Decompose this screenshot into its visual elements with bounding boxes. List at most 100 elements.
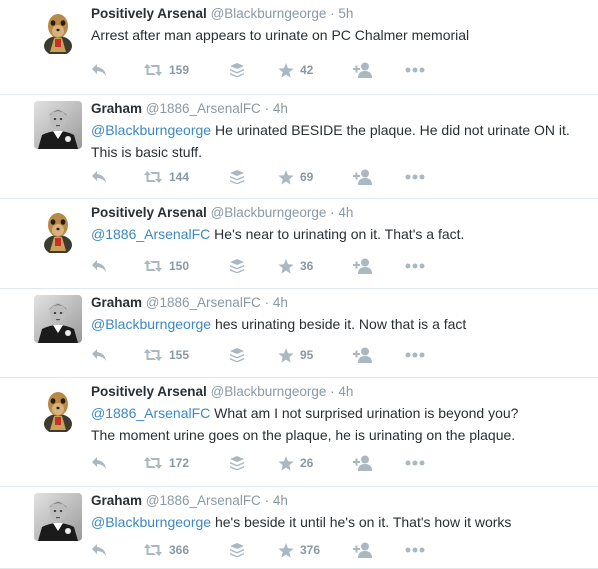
like-count: 95 <box>300 348 314 362</box>
user-name[interactable]: Graham <box>91 493 142 508</box>
tweet[interactable]: Positively Arsenal @Blackburngeorge · 4h… <box>0 378 598 487</box>
avatar[interactable] <box>34 6 82 54</box>
save-button[interactable] <box>230 345 244 365</box>
more-button[interactable] <box>405 345 425 365</box>
save-button[interactable] <box>230 256 244 276</box>
more-button[interactable] <box>405 167 425 187</box>
user-handle[interactable]: @Blackburngeorge <box>211 6 327 21</box>
stack-icon <box>230 63 244 77</box>
follow-button[interactable] <box>353 256 373 276</box>
like-count: 26 <box>300 456 314 470</box>
more-button[interactable] <box>405 540 425 560</box>
retweet-count: 144 <box>169 170 190 184</box>
tweet[interactable]: Positively Arsenal @Blackburngeorge · 4h… <box>0 199 598 289</box>
more-button[interactable] <box>405 453 425 473</box>
tweet-actions: 366 376 <box>91 540 451 560</box>
reply-button[interactable] <box>91 345 107 365</box>
retweet-button[interactable]: 155 <box>143 345 189 365</box>
more-button[interactable] <box>405 60 425 80</box>
follow-button[interactable] <box>353 345 373 365</box>
follow-button[interactable] <box>353 60 373 80</box>
like-button[interactable]: 69 <box>278 167 313 187</box>
tweet[interactable]: Graham @1886_ArsenalFC · 4h @Blackburnge… <box>0 487 598 569</box>
user-handle[interactable]: @1886_ArsenalFC <box>146 295 261 310</box>
star-icon <box>278 455 294 471</box>
more-icon <box>405 460 425 466</box>
like-button[interactable]: 36 <box>278 256 313 276</box>
save-button[interactable] <box>230 60 244 80</box>
tweet-text-line2: The moment urine goes on the plaque, he … <box>91 427 516 443</box>
star-icon <box>278 169 294 185</box>
user-name[interactable]: Graham <box>91 101 142 116</box>
timestamp[interactable]: 4h <box>273 493 288 508</box>
retweet-count: 159 <box>169 63 190 77</box>
user-name[interactable]: Positively Arsenal <box>91 6 207 21</box>
tweet[interactable]: Positively Arsenal @Blackburngeorge · 5h… <box>0 0 598 95</box>
avatar[interactable] <box>34 101 82 149</box>
separator: · <box>264 295 270 310</box>
stack-icon <box>230 456 244 470</box>
user-name[interactable]: Positively Arsenal <box>91 384 207 399</box>
mention-link[interactable]: @Blackburngeorge <box>91 122 211 138</box>
timestamp[interactable]: 4h <box>273 295 288 310</box>
separator: · <box>330 384 335 399</box>
follow-button[interactable] <box>353 453 373 473</box>
tweet[interactable]: Graham @1886_ArsenalFC · 4h @Blackburnge… <box>0 289 598 378</box>
reply-button[interactable] <box>91 167 107 187</box>
mention-link[interactable]: @1886_ArsenalFC <box>91 226 210 242</box>
tweet-content: Graham @1886_ArsenalFC · 4h @Blackburnge… <box>91 492 590 532</box>
timestamp[interactable]: 4h <box>273 101 288 116</box>
timestamp[interactable]: 5h <box>338 6 353 21</box>
separator: · <box>264 101 270 116</box>
follow-button[interactable] <box>353 167 373 187</box>
retweet-button[interactable]: 150 <box>143 256 189 276</box>
like-button[interactable]: 376 <box>278 540 320 560</box>
like-button[interactable]: 95 <box>278 345 313 365</box>
avatar[interactable] <box>34 205 82 253</box>
tweet-header: Positively Arsenal @Blackburngeorge · 5h <box>91 5 590 23</box>
timestamp[interactable]: 4h <box>338 384 353 399</box>
follow-button[interactable] <box>353 540 373 560</box>
tweet-body: He urinated BESIDE the plaque. He did no… <box>211 122 570 138</box>
retweet-icon <box>143 170 163 184</box>
more-button[interactable] <box>405 256 425 276</box>
reply-button[interactable] <box>91 540 107 560</box>
user-handle[interactable]: @1886_ArsenalFC <box>146 493 261 508</box>
like-button[interactable]: 42 <box>278 60 313 80</box>
retweet-icon <box>143 348 163 362</box>
like-count: 376 <box>300 543 321 557</box>
tweet[interactable]: Graham @1886_ArsenalFC · 4h @Blackburnge… <box>0 95 598 199</box>
reply-button[interactable] <box>91 256 107 276</box>
retweet-button[interactable]: 172 <box>143 453 189 473</box>
more-icon <box>405 263 425 269</box>
reply-icon <box>91 259 107 273</box>
reply-button[interactable] <box>91 60 107 80</box>
avatar[interactable] <box>34 295 82 343</box>
tweet-body: He's near to urinating on it. That's a f… <box>210 226 465 242</box>
reply-icon <box>91 63 107 77</box>
tweet-content: Positively Arsenal @Blackburngeorge · 4h… <box>91 204 590 244</box>
user-name[interactable]: Graham <box>91 295 142 310</box>
save-button[interactable] <box>230 453 244 473</box>
mention-link[interactable]: @Blackburngeorge <box>91 316 211 332</box>
avatar[interactable] <box>34 493 82 541</box>
user-handle[interactable]: @1886_ArsenalFC <box>146 101 261 116</box>
tweet-header: Positively Arsenal @Blackburngeorge · 4h <box>91 383 590 401</box>
reply-button[interactable] <box>91 453 107 473</box>
like-button[interactable]: 26 <box>278 453 313 473</box>
retweet-button[interactable]: 144 <box>143 167 189 187</box>
more-icon <box>405 547 425 553</box>
save-button[interactable] <box>230 540 244 560</box>
mention-link[interactable]: @1886_ArsenalFC <box>91 405 210 421</box>
user-name[interactable]: Positively Arsenal <box>91 205 207 220</box>
avatar[interactable] <box>34 384 82 432</box>
timestamp[interactable]: 4h <box>338 205 353 220</box>
user-handle[interactable]: @Blackburngeorge <box>211 384 327 399</box>
user-handle[interactable]: @Blackburngeorge <box>211 205 327 220</box>
mention-link[interactable]: @Blackburngeorge <box>91 514 211 530</box>
retweet-button[interactable]: 366 <box>143 540 189 560</box>
save-button[interactable] <box>230 167 244 187</box>
follow-icon <box>353 258 373 274</box>
separator: · <box>264 493 270 508</box>
retweet-button[interactable]: 159 <box>143 60 189 80</box>
